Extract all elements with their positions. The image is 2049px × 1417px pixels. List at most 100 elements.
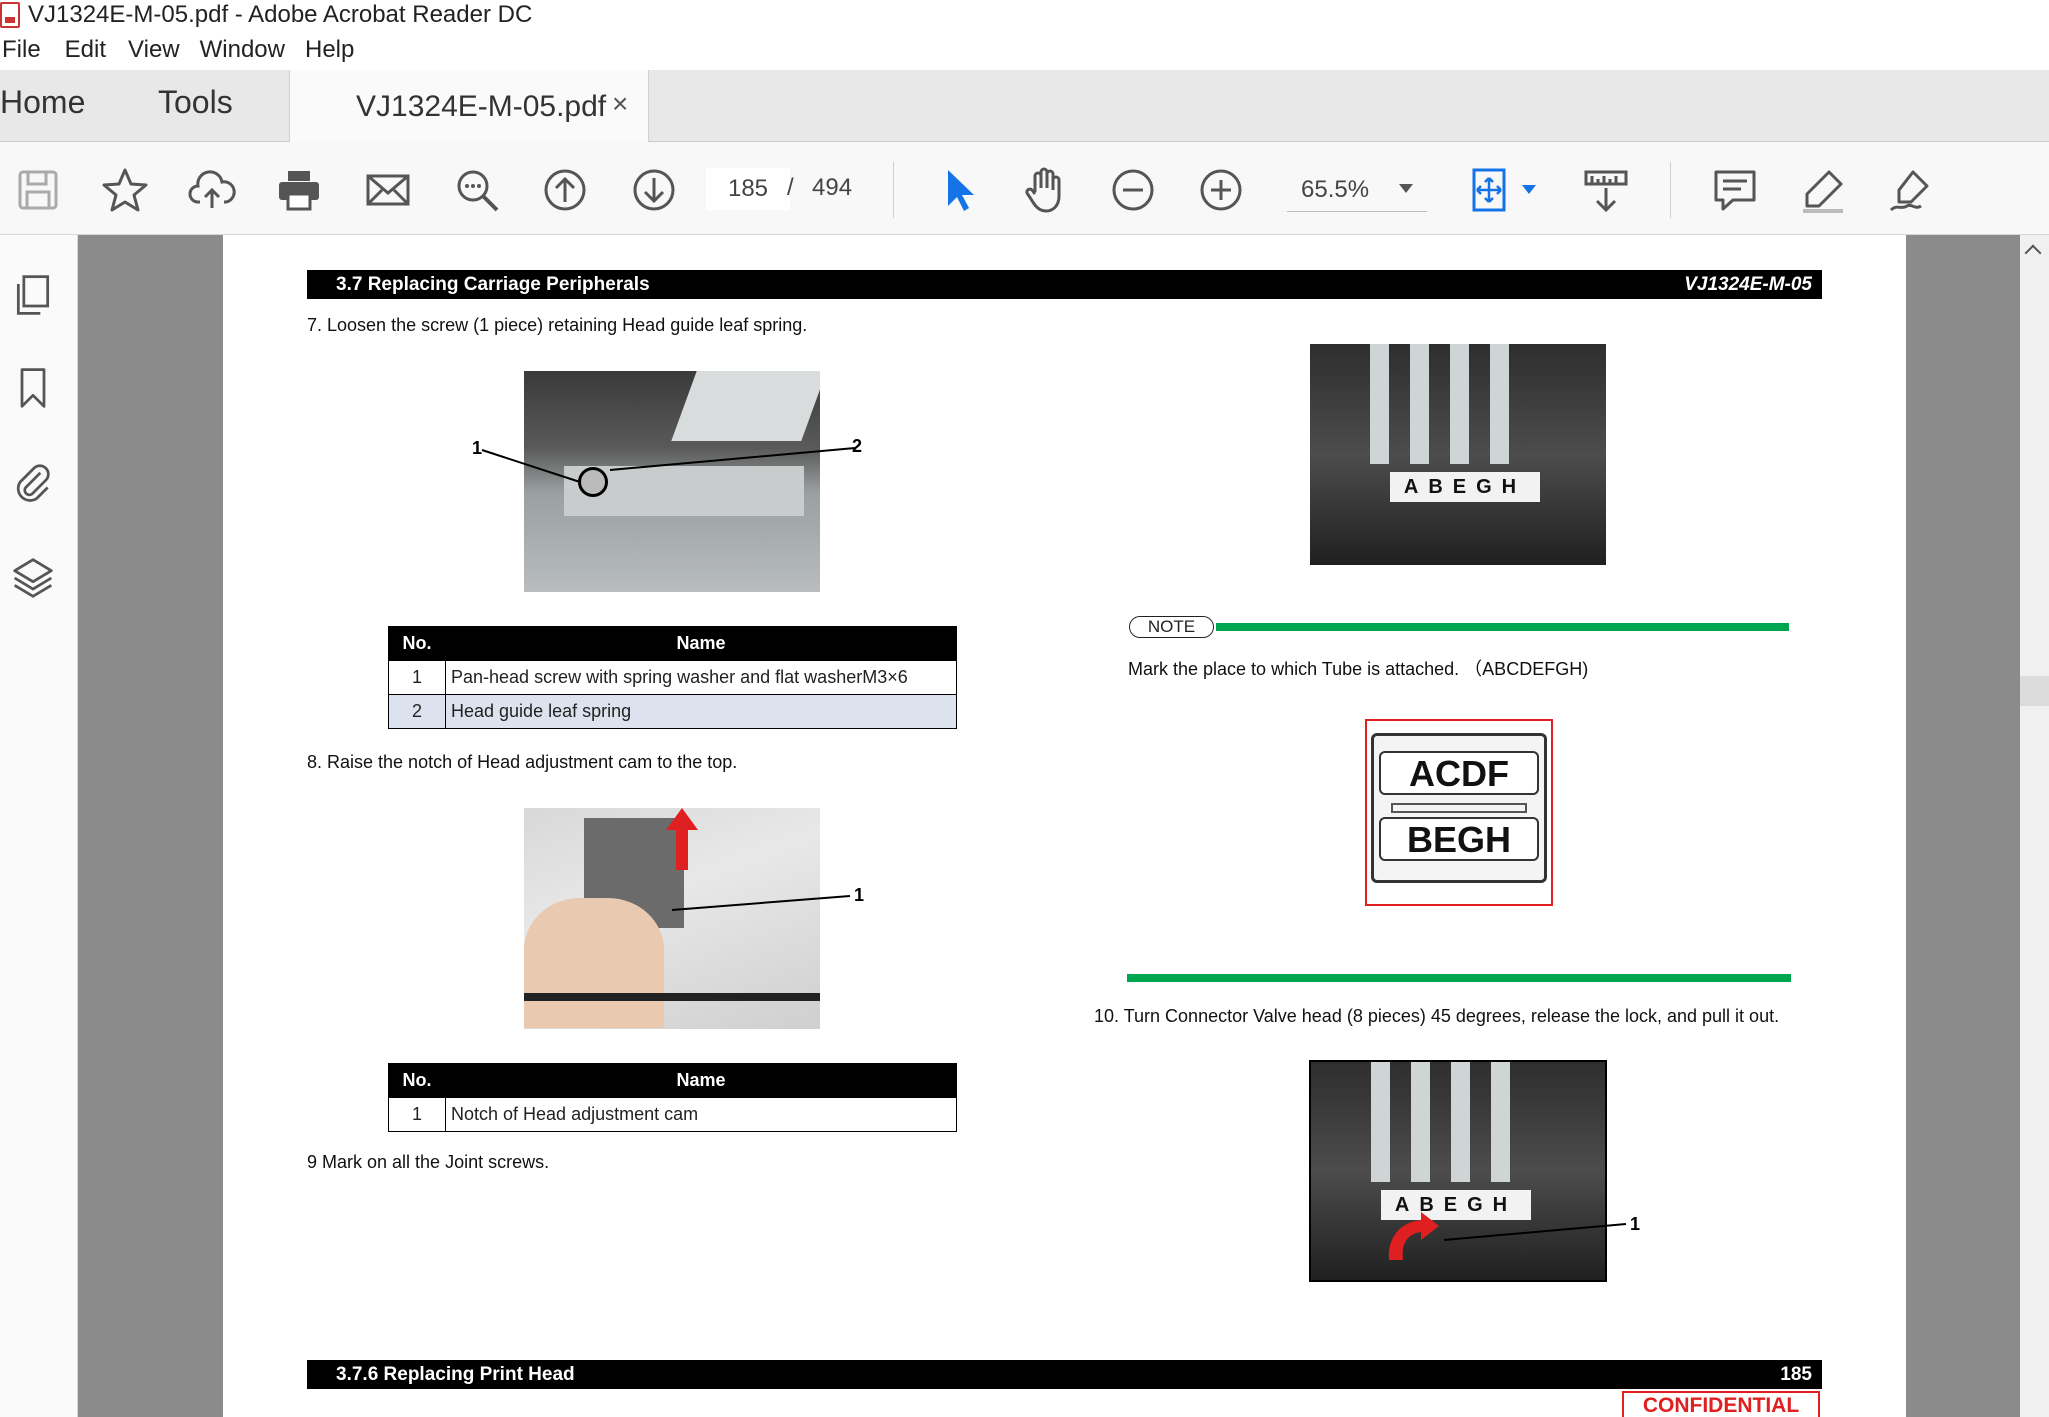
callout-1: 1 [854,885,865,905]
step-9-text: 9 Mark on all the Joint screws. [307,1152,550,1172]
fit-page-button[interactable] [1466,164,1518,216]
select-tool-button[interactable] [932,164,984,216]
page-thumbnails-button[interactable] [8,270,58,320]
save-button[interactable] [12,164,64,216]
zoom-dropdown[interactable]: 65.5% [1287,166,1427,212]
step-8-text: 8. Raise the notch of Head adjustment ca… [307,752,738,772]
page-header-left: 3.7 Replacing Carriage Peripherals [336,274,650,295]
print-button[interactable] [273,164,325,216]
attachments-button[interactable] [8,457,58,507]
comment-icon [1714,170,1756,211]
callout-line [1443,1223,1627,1241]
diagram-label-top: ACDF [1379,751,1539,795]
save-icon [18,170,58,210]
layers-icon [13,558,53,598]
scroll-mode-button[interactable] [1580,164,1632,216]
zoom-value: 65.5% [1301,176,1370,203]
arrow-up-circle-icon [544,169,586,211]
upload-button[interactable] [186,164,238,216]
printer-icon [279,171,319,211]
table-cell-no: 2 [388,694,446,729]
page-footer-left: 3.7.6 Replacing Print Head [336,1364,575,1385]
find-button[interactable] [451,164,503,216]
sign-button[interactable] [1885,164,1937,216]
zoom-in-button[interactable] [1195,164,1247,216]
vertical-scrollbar[interactable] [2020,235,2049,1417]
parts-table-2: No. Name 1 Notch of Head adjustment cam [388,1063,957,1132]
table-row: 1 Pan-head screw with spring washer and … [388,660,957,695]
sign-icon [1889,170,1929,212]
table-header-no: No. [388,1063,446,1098]
pen-icon [1803,170,1843,213]
page-total: 494 [812,174,853,201]
step-7-text: 7. Loosen the screw (1 piece) retaining … [307,315,808,335]
page-number: 185 [1780,1364,1812,1385]
pages-icon [16,275,50,315]
photo-detail [1370,344,1530,464]
menu-window[interactable]: Window [198,36,299,64]
callout-line [671,895,851,911]
step-10-text: 10. Turn Connector Valve head (8 pieces)… [1094,1006,1780,1026]
search-icon [457,170,499,212]
next-page-button[interactable] [628,164,680,216]
prev-page-button[interactable] [539,164,591,216]
bookmarks-button[interactable] [8,363,58,413]
table-header-no: No. [388,626,446,661]
photo-detail [1371,1062,1531,1182]
plus-circle-icon [1200,169,1242,211]
tab-bar: Home Tools VJ1324E-M-05.pdf × [0,70,2049,142]
highlight-button[interactable] [1797,164,1849,216]
callout-2: 2 [852,436,863,456]
photo-detail [524,898,664,1028]
table-header-name: Name [445,626,957,661]
table-cell-name: Notch of Head adjustment cam [445,1097,957,1132]
close-tab-button[interactable]: × [612,88,628,120]
zoom-out-button[interactable] [1107,164,1159,216]
window-title: VJ1324E-M-05.pdf - Adobe Acrobat Reader … [28,1,533,28]
scrollbar-thumb[interactable] [2020,676,2049,706]
diagram-divider [1391,803,1527,813]
chevron-down-icon [1399,184,1413,193]
menu-bar: File Edit View Window Help [0,30,2049,70]
minus-circle-icon [1112,169,1154,211]
tab-document[interactable]: VJ1324E-M-05.pdf × [289,70,649,142]
table-header-row: No. Name [388,1063,957,1098]
mail-icon [366,174,410,206]
bookmark-star-button[interactable] [99,164,151,216]
comment-button[interactable] [1709,164,1761,216]
toolbar-divider [893,162,894,218]
tab-document-label: VJ1324E-M-05.pdf [356,90,607,123]
callout-lines [481,447,856,483]
chevron-down-icon[interactable] [1522,185,1536,194]
note-bottom-rule [1127,974,1791,982]
callout-1: 1 [1630,1214,1641,1234]
menu-view[interactable]: View [126,36,194,64]
layers-button[interactable] [8,553,58,603]
hand-tool-button[interactable] [1019,164,1071,216]
photo-tube-connectors: ABEGH [1310,344,1606,565]
title-bar: VJ1324E-M-05.pdf - Adobe Acrobat Reader … [0,0,2049,30]
table-cell-no: 1 [388,1097,446,1132]
email-button[interactable] [362,164,414,216]
page-number-input[interactable]: 185 [706,168,790,210]
paperclip-icon [16,464,50,502]
table-cell-name: Head guide leaf spring [445,694,957,729]
pdf-page [223,235,1906,1417]
photo-label-strip: ABEGH [1390,472,1540,502]
star-icon [102,168,148,212]
tab-tools[interactable]: Tools [158,84,233,121]
red-rotate-arrow-icon [1388,1212,1439,1260]
main-toolbar: 185 / 494 65.5% [0,142,2049,235]
table-row: 2 Head guide leaf spring [388,694,957,729]
menu-file[interactable]: File [0,36,55,64]
cursor-arrow-icon [948,170,974,211]
note-badge: NOTE [1129,616,1214,638]
menu-help[interactable]: Help [303,36,368,64]
red-up-arrow-icon [666,808,698,870]
page-footer-bar: 3.7.6 Replacing Print Head 185 [307,1360,1822,1389]
menu-edit[interactable]: Edit [63,36,120,64]
diagram-label-bottom: BEGH [1379,817,1539,861]
tab-home[interactable]: Home [0,84,85,121]
photo-detail [524,993,820,1001]
confidential-stamp: CONFIDENTIAL [1622,1391,1820,1417]
